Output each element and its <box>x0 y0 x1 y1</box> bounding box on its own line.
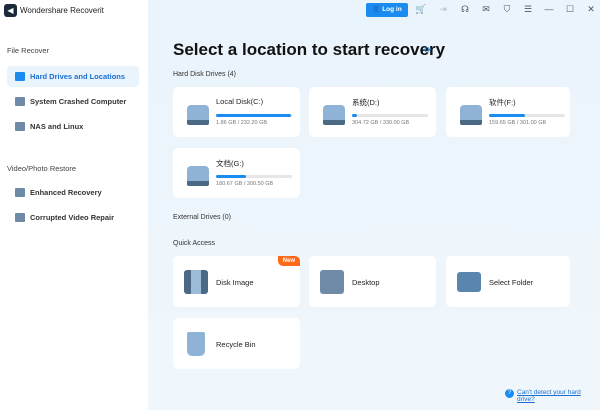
quick-name: Desktop <box>352 278 380 287</box>
drive-icon <box>460 105 482 125</box>
drive-name: Local Disk(C:) <box>216 97 264 106</box>
drive-size: 304.72 GB / 330.00 GB <box>352 120 410 126</box>
external-drives-label: External Drives (0) <box>173 214 231 221</box>
minimize-icon[interactable]: — <box>543 4 555 14</box>
sidebar-item-label: System Crashed Computer <box>30 97 127 106</box>
quick-recycle-bin[interactable]: Recycle Bin <box>173 318 300 369</box>
quick-select-folder[interactable]: Select Folder <box>446 256 570 307</box>
sidebar-item-enhanced-recovery[interactable]: Enhanced Recovery <box>7 182 139 203</box>
headset-icon[interactable]: ☊ <box>459 4 471 15</box>
login-label: Log in <box>382 6 402 13</box>
new-badge: New <box>277 256 300 266</box>
sidebar-item-label: Hard Drives and Locations <box>30 72 126 81</box>
quick-name: Select Folder <box>489 278 534 287</box>
login-button[interactable]: 👤 Log in <box>366 3 408 17</box>
usage-bar <box>489 114 565 117</box>
desktop-icon <box>320 270 344 294</box>
sidebar-item-label: Enhanced Recovery <box>30 188 102 197</box>
drive-name: 文档(G:) <box>216 159 244 168</box>
import-icon[interactable]: ⇥ <box>437 4 449 15</box>
drive-size: 180.67 GB / 300.50 GB <box>216 181 274 187</box>
page-title: Select a location to start recovery <box>173 40 446 59</box>
usage-fill <box>489 114 525 117</box>
sidebar-item-video-repair[interactable]: Corrupted Video Repair <box>7 207 139 228</box>
drive-card[interactable]: 系统(D:) 304.72 GB / 330.00 GB <box>309 87 436 137</box>
nas-icon <box>15 122 25 131</box>
recycle-bin-icon <box>187 332 205 356</box>
refresh-icon[interactable]: ⟳ <box>424 45 432 56</box>
drive-size: 1.86 GB / 232.20 GB <box>216 120 268 126</box>
quick-desktop[interactable]: Desktop <box>309 256 436 307</box>
sidebar: ◀ Wondershare Recoverit File Recover Har… <box>0 0 148 410</box>
sidebar-item-label: NAS and Linux <box>30 122 84 131</box>
usage-bar <box>216 175 292 178</box>
section-video-photo: Video/Photo Restore <box>7 164 77 173</box>
usage-fill <box>352 114 357 117</box>
drive-name: 软件(F:) <box>489 98 516 107</box>
hard-disk-label: Hard Disk Drives (4) <box>173 71 237 78</box>
cant-detect-link[interactable]: Can't detect your hard drive? <box>517 389 600 403</box>
quick-disk-image[interactable]: Disk Image New <box>173 256 300 307</box>
quick-access-label: Quick Access <box>173 240 216 247</box>
drive-size: 159.65 GB / 301.00 GB <box>489 120 547 126</box>
disk-image-icon <box>184 270 208 294</box>
maximize-icon[interactable]: ☐ <box>564 4 576 15</box>
usage-fill <box>216 175 246 178</box>
app-title: Wondershare Recoverit <box>20 6 104 15</box>
hard-drive-icon <box>15 72 25 81</box>
usage-fill <box>216 114 292 117</box>
app-logo-icon: ◀ <box>4 4 17 17</box>
folder-icon <box>457 272 481 292</box>
cart-icon[interactable]: 🛒 <box>415 4 427 15</box>
usage-bar <box>352 114 428 117</box>
shield-icon[interactable]: ⛉ <box>501 4 513 15</box>
usage-bar <box>216 114 292 117</box>
mail-icon[interactable]: ✉ <box>480 4 492 15</box>
drive-icon <box>187 105 209 125</box>
drive-card[interactable]: 文档(G:) 180.67 GB / 300.50 GB <box>173 148 300 198</box>
drive-icon <box>323 105 345 125</box>
sidebar-item-nas[interactable]: NAS and Linux <box>7 116 139 137</box>
sidebar-item-hard-drives[interactable]: Hard Drives and Locations <box>7 66 139 87</box>
sidebar-item-label: Corrupted Video Repair <box>30 213 115 222</box>
sidebar-item-system-crashed[interactable]: System Crashed Computer <box>7 91 139 112</box>
drive-name: 系统(D:) <box>352 98 380 107</box>
quick-name: Recycle Bin <box>216 340 256 349</box>
section-file-recover: File Recover <box>7 46 50 55</box>
drive-icon <box>187 166 209 186</box>
monitor-icon <box>15 97 25 106</box>
help-icon: ? <box>505 389 514 398</box>
quick-name: Disk Image <box>216 278 254 287</box>
menu-icon[interactable]: ☰ <box>522 4 534 15</box>
video-repair-icon <box>15 213 25 222</box>
close-icon[interactable]: ✕ <box>585 4 597 15</box>
camera-icon <box>15 188 25 197</box>
drive-card[interactable]: Local Disk(C:) 1.86 GB / 232.20 GB <box>173 87 300 137</box>
drive-card[interactable]: 软件(F:) 159.65 GB / 301.00 GB <box>446 87 570 137</box>
